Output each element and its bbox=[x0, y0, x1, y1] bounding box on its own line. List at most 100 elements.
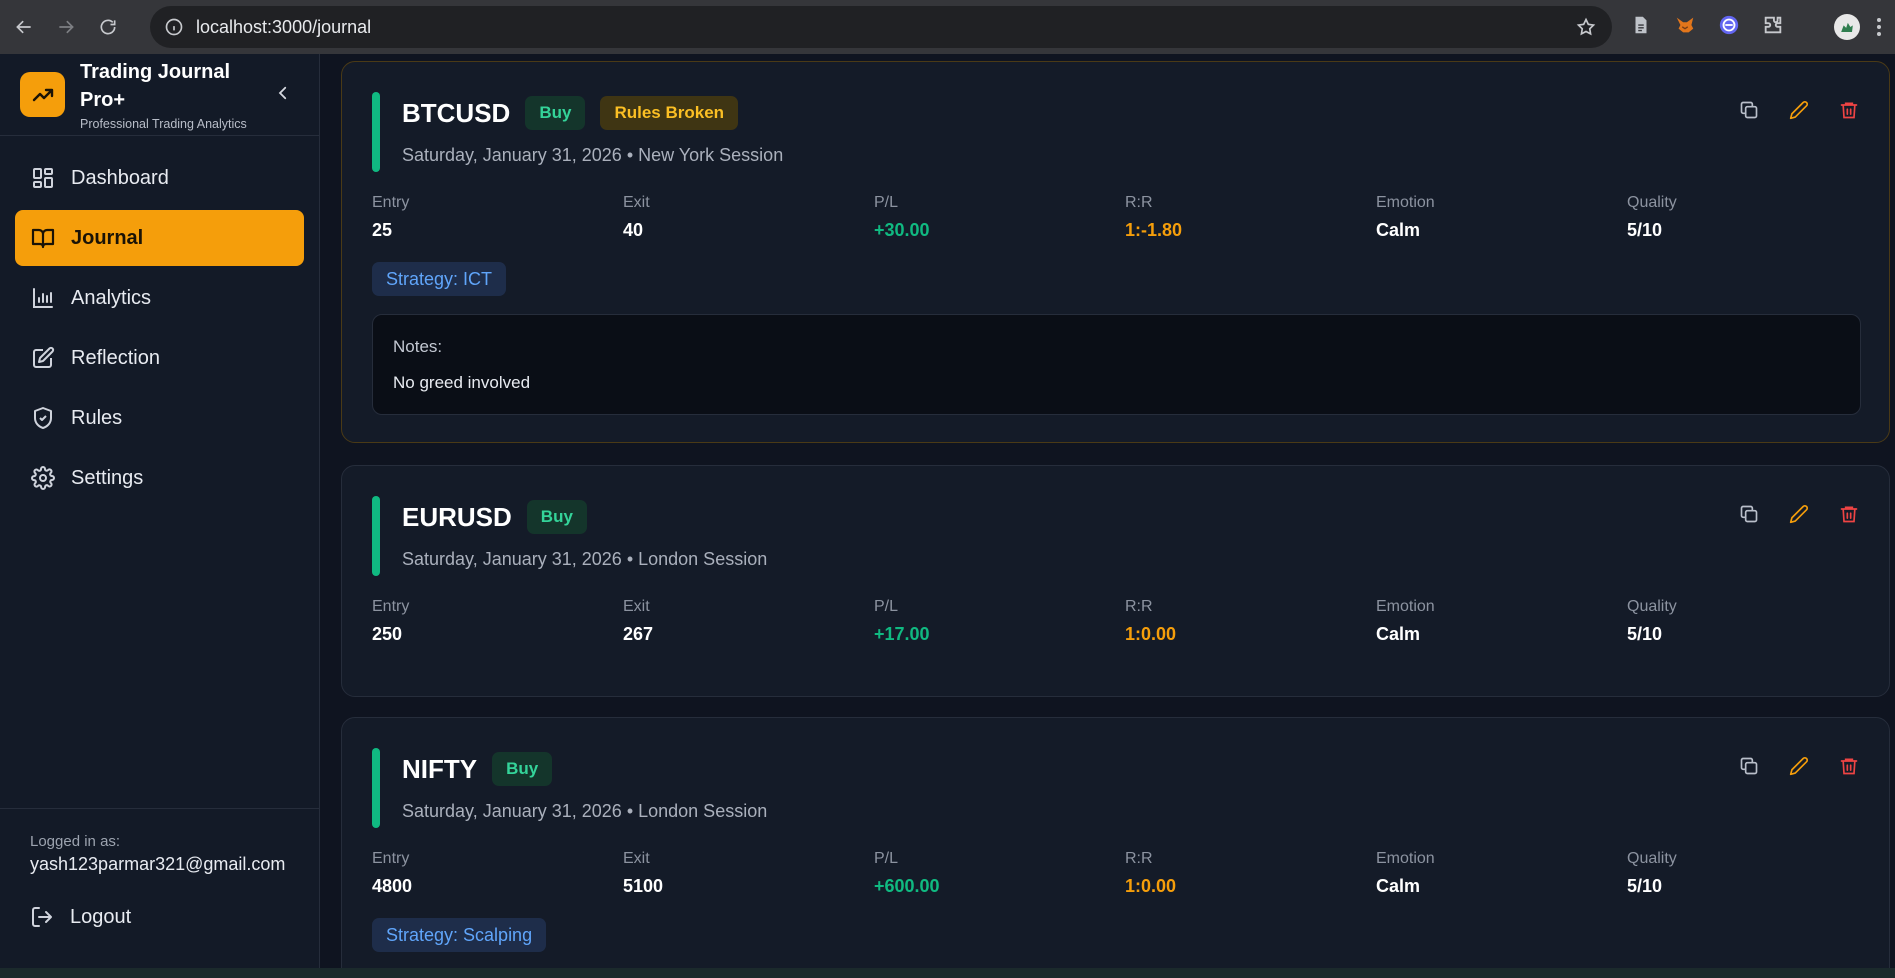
bar-chart-icon bbox=[33, 288, 53, 308]
reload-icon[interactable] bbox=[90, 9, 126, 45]
exit-value: 40 bbox=[623, 220, 644, 240]
entry-value: 250 bbox=[372, 624, 403, 644]
browser-menu-icon[interactable] bbox=[1876, 17, 1882, 37]
pl-label: P/L bbox=[874, 194, 899, 211]
trade-date-session: Saturday, January 31, 2026 • New York Se… bbox=[402, 145, 784, 165]
rr-value: 1:0.00 bbox=[1125, 876, 1177, 896]
quality-value: 5/10 bbox=[1627, 220, 1663, 240]
sidebar-item-rules[interactable]: Rules bbox=[15, 390, 304, 446]
quality-value: 5/10 bbox=[1627, 876, 1663, 896]
trade-date-session: Saturday, January 31, 2026 • London Sess… bbox=[402, 549, 768, 569]
book-icon bbox=[31, 228, 55, 249]
logout-button[interactable]: Logout bbox=[30, 905, 289, 929]
sidebar-menu: Dashboard Journal Analytics Reflection R… bbox=[0, 136, 319, 524]
delete-trash-icon[interactable] bbox=[1839, 756, 1859, 776]
address-bar[interactable]: localhost:3000/journal bbox=[150, 6, 1612, 48]
entry-label: Entry bbox=[372, 598, 410, 615]
collapse-sidebar-icon[interactable] bbox=[274, 84, 292, 102]
entry-value: 25 bbox=[372, 220, 393, 240]
brand-subtitle: Professional Trading Analytics bbox=[80, 117, 247, 131]
strategy-badge: Strategy: ICT bbox=[372, 262, 507, 296]
journal-main: BTCUSD Buy Rules Broken Saturday, Januar… bbox=[321, 54, 1895, 968]
swirl-extension-icon[interactable] bbox=[1718, 14, 1740, 36]
emotion-label: Emotion bbox=[1376, 598, 1435, 615]
sidebar: Trading Journal Pro+ Professional Tradin… bbox=[0, 54, 320, 968]
shield-check-icon bbox=[34, 407, 52, 429]
entry-label: Entry bbox=[372, 194, 410, 211]
trending-up-icon bbox=[20, 72, 65, 117]
trade-stats: Entry 250 Exit 267 P/L +17.00 R:R 1:0.00 Emo… bbox=[372, 598, 1878, 645]
quality-value: 5/10 bbox=[1627, 624, 1663, 644]
exit-label: Exit bbox=[623, 598, 650, 615]
side-badge: Buy bbox=[526, 500, 587, 534]
trade-symbol: NIFTY bbox=[402, 753, 478, 784]
emotion-value: Calm bbox=[1376, 624, 1421, 644]
sidebar-item-label: Journal bbox=[71, 226, 144, 249]
side-badge: Buy bbox=[525, 96, 586, 130]
sidebar-item-dashboard[interactable]: Dashboard bbox=[15, 150, 304, 206]
trade-accent-bar bbox=[372, 92, 380, 172]
entry-value: 4800 bbox=[372, 876, 413, 896]
emotion-value: Calm bbox=[1376, 220, 1421, 240]
duplicate-icon[interactable] bbox=[1739, 756, 1759, 776]
browser-toolbar: localhost:3000/journal bbox=[0, 0, 1895, 54]
gear-icon bbox=[31, 466, 55, 490]
rr-label: R:R bbox=[1125, 850, 1153, 867]
edit-pencil-icon[interactable] bbox=[1789, 100, 1809, 120]
sidebar-item-settings[interactable]: Settings bbox=[15, 450, 304, 506]
duplicate-icon[interactable] bbox=[1739, 504, 1759, 524]
duplicate-icon[interactable] bbox=[1739, 100, 1759, 120]
sidebar-item-analytics[interactable]: Analytics bbox=[15, 270, 304, 326]
notes-label: Notes: bbox=[393, 337, 443, 356]
trade-stats: Entry 25 Exit 40 P/L +30.00 R:R 1:-1.80 Emot… bbox=[372, 194, 1878, 241]
brand-header: Trading Journal Pro+ Professional Tradin… bbox=[0, 54, 319, 136]
exit-value: 5100 bbox=[623, 876, 664, 896]
side-badge: Buy bbox=[492, 752, 553, 786]
sidebar-item-label: Dashboard bbox=[71, 166, 169, 189]
rules-broken-badge: Rules Broken bbox=[600, 96, 739, 130]
pl-label: P/L bbox=[874, 850, 899, 867]
delete-trash-icon[interactable] bbox=[1839, 504, 1859, 524]
trade-accent-bar bbox=[372, 748, 380, 828]
quality-label: Quality bbox=[1627, 194, 1677, 211]
profile-avatar[interactable] bbox=[1834, 14, 1860, 40]
trade-symbol: EURUSD bbox=[402, 501, 512, 532]
sidebar-item-label: Analytics bbox=[71, 286, 152, 309]
trade-card: BTCUSD Buy Rules Broken Saturday, Januar… bbox=[341, 61, 1890, 443]
bookmark-star-icon[interactable] bbox=[1576, 17, 1596, 37]
pl-value: +600.00 bbox=[874, 876, 940, 896]
back-icon[interactable] bbox=[6, 9, 42, 45]
sidebar-item-label: Rules bbox=[71, 406, 123, 429]
forward-icon[interactable] bbox=[48, 9, 84, 45]
edit-pencil-icon[interactable] bbox=[1789, 756, 1809, 776]
edit-pencil-icon[interactable] bbox=[1789, 504, 1809, 524]
sidebar-item-reflection[interactable]: Reflection bbox=[15, 330, 304, 386]
user-email: yash123parmar321@gmail.com bbox=[30, 854, 286, 874]
extensions-puzzle-icon[interactable] bbox=[1762, 14, 1784, 36]
emotion-value: Calm bbox=[1376, 876, 1421, 896]
rr-label: R:R bbox=[1125, 194, 1153, 211]
trade-card: EURUSD Buy Saturday, January 31, 2026 • … bbox=[341, 465, 1890, 697]
sidebar-footer: Logged in as: yash123parmar321@gmail.com… bbox=[0, 808, 319, 968]
edit-square-icon bbox=[33, 346, 55, 368]
url-text[interactable]: localhost:3000/journal bbox=[196, 17, 371, 38]
pl-value: +17.00 bbox=[874, 624, 930, 644]
pl-value: +30.00 bbox=[874, 220, 930, 240]
delete-trash-icon[interactable] bbox=[1839, 100, 1859, 120]
trade-symbol: BTCUSD bbox=[402, 97, 511, 128]
rr-label: R:R bbox=[1125, 598, 1153, 615]
metamask-fox-icon[interactable] bbox=[1674, 14, 1696, 36]
site-info-icon[interactable] bbox=[164, 17, 184, 37]
rr-value: 1:-1.80 bbox=[1125, 220, 1183, 240]
sidebar-item-label: Settings bbox=[71, 466, 144, 489]
exit-value: 267 bbox=[623, 624, 654, 644]
quality-label: Quality bbox=[1627, 598, 1677, 615]
trade-accent-bar bbox=[372, 496, 380, 576]
logged-in-label: Logged in as: bbox=[30, 833, 121, 850]
logout-icon bbox=[32, 907, 52, 927]
strategy-badge: Strategy: Scalping bbox=[372, 918, 547, 952]
document-extension-icon[interactable] bbox=[1630, 14, 1652, 36]
os-taskbar-edge bbox=[0, 968, 1895, 978]
quality-label: Quality bbox=[1627, 850, 1677, 867]
sidebar-item-journal[interactable]: Journal bbox=[15, 210, 304, 266]
